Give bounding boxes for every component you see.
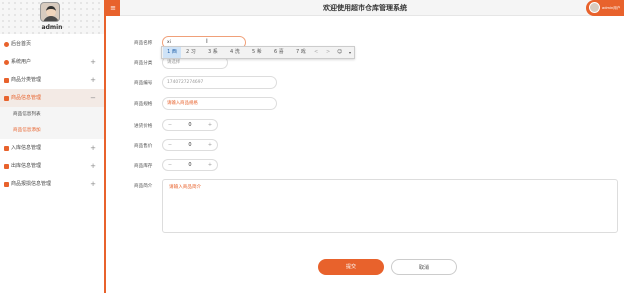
sidebar-header: admin <box>0 0 104 34</box>
sidebar-item-damage[interactable]: 商品报损信息管理 + <box>0 175 104 193</box>
sidebar-item-label: 出库信息管理 <box>11 163 42 169</box>
page-title: 欢迎使用超市仓库管理系统 <box>323 4 407 12</box>
intro-textarea[interactable]: 请输入商品简介 <box>162 179 618 233</box>
spec-label: 商品规格 <box>134 102 153 107</box>
collapse-icon[interactable]: − <box>90 89 96 107</box>
increment-button[interactable]: + <box>205 120 215 130</box>
ime-candidate[interactable]: 5 希 <box>252 47 262 58</box>
user-icon <box>4 60 9 65</box>
stepper-value[interactable]: 0 <box>173 140 207 150</box>
category-select-value: 请选择 <box>167 60 181 65</box>
code-input[interactable]: 1740727274697 <box>162 76 277 89</box>
user-menu-label: admin用户 <box>602 6 621 10</box>
grid-icon <box>4 182 9 187</box>
cancel-button[interactable]: 取消 <box>391 259 457 275</box>
intro-label: 商品简介 <box>134 184 153 189</box>
top-bar: ≡ 欢迎使用超市仓库管理系统 admin用户 <box>106 0 624 16</box>
sidebar-item-home[interactable]: 后台首页 <box>0 35 104 53</box>
ime-candidate[interactable]: 6 喜 <box>274 47 284 58</box>
category-label: 商品分类 <box>134 61 153 66</box>
sidebar-item-label: 商品报损信息管理 <box>11 181 52 187</box>
ime-candidate[interactable]: 2 习 <box>186 47 196 58</box>
username: admin <box>41 24 63 31</box>
intro-placeholder: 请输入商品简介 <box>169 185 202 190</box>
code-input-value: 1740727274697 <box>167 80 204 85</box>
sidebar-item-label: 商品分类管理 <box>11 77 42 83</box>
increment-button[interactable]: + <box>205 160 215 170</box>
grid-icon <box>4 78 9 83</box>
purchase-price-stepper[interactable]: − 0 + <box>162 119 218 131</box>
sidebar: admin 后台首页 系统用户 + 商品分类管理 + 商品信息管理 − 商品信息… <box>0 0 104 293</box>
expand-icon[interactable]: + <box>90 53 96 71</box>
expand-icon[interactable]: + <box>90 175 96 193</box>
sidebar-menu: 后台首页 系统用户 + 商品分类管理 + 商品信息管理 − 商品信息列表 商品信… <box>0 35 104 193</box>
sale-price-label: 商品售价 <box>134 144 153 149</box>
ime-next-icon[interactable]: > <box>326 47 330 58</box>
grid-icon <box>4 164 9 169</box>
ime-candidate[interactable]: 4 洗 <box>230 47 240 58</box>
expand-icon[interactable]: + <box>90 139 96 157</box>
user-menu[interactable]: admin用户 <box>586 0 624 16</box>
sidebar-subitem-goods-list[interactable]: 商品信息列表 <box>0 107 104 123</box>
ime-prev-icon[interactable]: < <box>314 47 318 58</box>
code-label: 商品编号 <box>134 81 153 86</box>
sidebar-item-outbound[interactable]: 出库信息管理 + <box>0 157 104 175</box>
spec-input[interactable]: 请输入商品规格 <box>162 97 277 110</box>
grid-icon <box>4 146 9 151</box>
sidebar-item-label: 商品信息管理 <box>11 95 42 101</box>
sidebar-subitem-goods-add[interactable]: 商品信息添加 <box>0 123 104 139</box>
emoji-icon[interactable]: ☺ <box>337 47 342 58</box>
ime-candidate[interactable]: 7 戏 <box>296 47 306 58</box>
ime-candidate[interactable]: 1 西 <box>163 47 181 58</box>
sidebar-item-system-users[interactable]: 系统用户 + <box>0 53 104 71</box>
purchase-price-label: 进货价格 <box>134 124 153 129</box>
user-avatar <box>589 2 600 13</box>
sidebar-item-category[interactable]: 商品分类管理 + <box>0 71 104 89</box>
stock-label: 商品库存 <box>134 164 153 169</box>
home-icon <box>4 42 9 47</box>
expand-icon[interactable]: + <box>90 157 96 175</box>
name-label: 商品名称 <box>134 41 153 46</box>
sidebar-item-label: 系统用户 <box>11 59 32 65</box>
sidebar-item-label: 后台首页 <box>11 41 32 47</box>
avatar[interactable] <box>40 2 60 22</box>
spec-placeholder: 请输入商品规格 <box>167 101 198 106</box>
grid-icon <box>4 96 9 101</box>
expand-icon[interactable]: + <box>90 71 96 89</box>
name-input-value: xi <box>167 40 171 45</box>
goods-add-form: 商品名称 xi Ι 商品分类 请选择 商品编号 1740727274697 商品… <box>106 16 624 293</box>
ime-candidate-bar: 1 西 2 习 3 系 4 洗 5 希 6 喜 7 戏 < > ☺ ▾ <box>161 46 355 59</box>
text-cursor-icon: Ι <box>206 38 208 45</box>
stepper-value[interactable]: 0 <box>173 160 207 170</box>
sidebar-item-label: 入库信息管理 <box>11 145 42 151</box>
ime-expand-icon[interactable]: ▾ <box>349 47 351 58</box>
sidebar-item-goods[interactable]: 商品信息管理 − <box>0 89 104 107</box>
increment-button[interactable]: + <box>205 140 215 150</box>
submit-button[interactable]: 提交 <box>318 259 384 275</box>
sale-price-stepper[interactable]: − 0 + <box>162 139 218 151</box>
stock-stepper[interactable]: − 0 + <box>162 159 218 171</box>
stepper-value[interactable]: 0 <box>173 120 207 130</box>
sidebar-item-inbound[interactable]: 入库信息管理 + <box>0 139 104 157</box>
ime-candidate[interactable]: 3 系 <box>208 47 218 58</box>
